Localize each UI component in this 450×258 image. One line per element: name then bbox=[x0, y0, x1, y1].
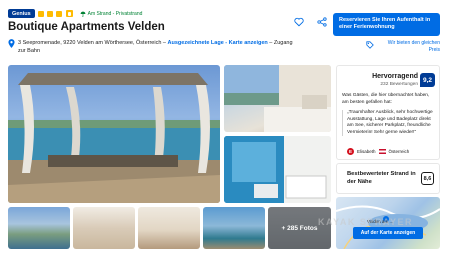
star-icon bbox=[46, 10, 53, 17]
property-title: Boutique Apartments Velden bbox=[8, 21, 165, 33]
review-quote: „Traumhafter Ausblick, sehr hochwertige … bbox=[347, 110, 433, 135]
address-street: 3 Seepromenade, 9220 Velden am Wörtherse… bbox=[18, 40, 166, 46]
star-icon bbox=[55, 10, 62, 17]
genius-badge[interactable]: Genius bbox=[8, 9, 35, 18]
thumbs-up-icon bbox=[65, 10, 73, 17]
thumbnail-4[interactable] bbox=[203, 207, 265, 249]
thumbnail-5[interactable]: + 285 Fotos bbox=[268, 207, 331, 249]
bedroom-illustration bbox=[224, 65, 331, 132]
thumbnail-3[interactable] bbox=[138, 207, 200, 249]
more-photos-button[interactable]: + 285 Fotos bbox=[268, 207, 331, 249]
price-match-label: Wir bieten den gleichen Preis bbox=[387, 40, 440, 53]
reviewer-name: Elisabeth bbox=[357, 149, 376, 154]
beach-panel[interactable]: Bestbewerteter Strand in der Nähe 8,6 bbox=[336, 163, 440, 194]
header-actions bbox=[294, 17, 327, 27]
watermark: KAYAK SPRAYER bbox=[318, 217, 414, 227]
quote-divider bbox=[342, 110, 343, 136]
thumbnail-1[interactable] bbox=[8, 207, 70, 249]
reserve-button[interactable]: Reservieren Sie Ihren Aufenthalt in eine… bbox=[333, 13, 440, 36]
photo-bathroom[interactable] bbox=[224, 136, 331, 203]
show-on-map-button[interactable]: Auf der Karte anzeigen bbox=[353, 227, 423, 239]
location-map-link[interactable]: Ausgezeichnete Lage - Karte anzeigen bbox=[168, 40, 268, 46]
austria-flag-icon bbox=[378, 149, 386, 154]
bathroom-illustration bbox=[224, 136, 331, 203]
share-icon[interactable] bbox=[317, 17, 327, 27]
reviewer-avatar: E bbox=[347, 148, 354, 155]
reviewer: E Elisabeth Österreich bbox=[347, 148, 409, 155]
map-pin-icon bbox=[8, 39, 15, 48]
main-photo[interactable] bbox=[8, 65, 220, 203]
reviewer-country: Österreich bbox=[388, 149, 410, 154]
review-count: 232 Bewertungen bbox=[380, 82, 418, 87]
beach-label: Bestbewerteter Strand in der Nähe bbox=[347, 171, 416, 185]
price-match-link[interactable]: Wir bieten den gleichen Preis bbox=[366, 40, 440, 54]
beach-badge-label: Am Strand - Privatstrand bbox=[87, 10, 143, 17]
umbrella-icon bbox=[80, 11, 86, 17]
review-score: 9,2 bbox=[420, 73, 435, 87]
thumbnail-2[interactable] bbox=[73, 207, 135, 249]
star-icon bbox=[37, 10, 44, 17]
cabana-illustration bbox=[8, 73, 220, 203]
heart-icon[interactable] bbox=[294, 17, 304, 27]
review-intro: Was Gästen, die hier übernachtet haben, … bbox=[342, 93, 430, 105]
rating-label: Hervorragend bbox=[372, 73, 418, 80]
beach-score: 8,6 bbox=[421, 172, 434, 185]
review-panel: Hervorragend 232 Bewertungen 9,2 Was Gäs… bbox=[336, 65, 440, 160]
beach-badge: Am Strand - Privatstrand bbox=[80, 10, 143, 17]
badge-row: Genius Am Strand - Privatstrand bbox=[8, 9, 142, 18]
address-text: 3 Seepromenade, 9220 Velden am Wörtherse… bbox=[18, 39, 300, 55]
address-line: 3 Seepromenade, 9220 Velden am Wörtherse… bbox=[8, 39, 300, 55]
price-tag-icon bbox=[366, 41, 374, 49]
photo-bedroom[interactable] bbox=[224, 65, 331, 132]
